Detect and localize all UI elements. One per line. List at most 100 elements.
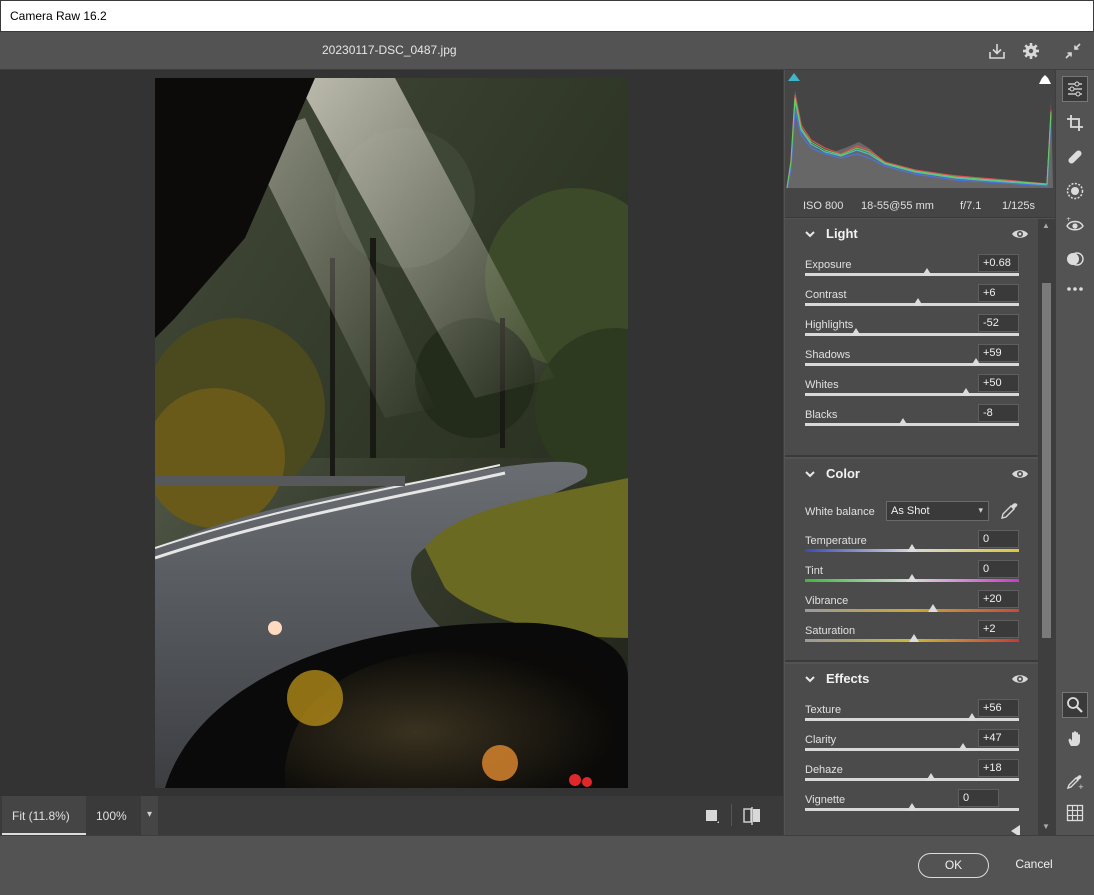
vignette-expand-icon[interactable] bbox=[1011, 825, 1020, 835]
slider-label-shadows: Shadows bbox=[805, 349, 851, 361]
slider-label-temperature: Temperature bbox=[805, 535, 867, 547]
eyedropper-icon[interactable] bbox=[999, 501, 1019, 521]
slider-value-vignette[interactable]: 0 bbox=[958, 789, 999, 807]
slider-track-highlights[interactable] bbox=[805, 333, 1019, 336]
slider-value-contrast[interactable]: +6 bbox=[978, 284, 1019, 302]
light-header[interactable]: Light bbox=[785, 219, 1038, 249]
slider-track-whites[interactable] bbox=[805, 393, 1019, 396]
eye-icon[interactable] bbox=[1011, 227, 1029, 241]
slider-value-shadows[interactable]: +59 bbox=[978, 344, 1019, 362]
image-canvas[interactable] bbox=[0, 70, 783, 796]
slider-thumb-exposure[interactable] bbox=[921, 268, 932, 276]
title-bar: Camera Raw 16.2 bbox=[0, 0, 1094, 32]
slider-track-texture[interactable] bbox=[805, 718, 1019, 721]
photo-preview bbox=[155, 78, 628, 788]
slider-value-saturation[interactable]: +2 bbox=[978, 620, 1019, 638]
edit-sliders-icon[interactable] bbox=[1062, 76, 1088, 102]
eye-icon[interactable] bbox=[1011, 467, 1029, 481]
cancel-button[interactable]: Cancel bbox=[1006, 853, 1062, 878]
crop-icon[interactable] bbox=[1062, 110, 1088, 136]
slider-track-dehaze[interactable] bbox=[805, 778, 1019, 781]
slider-value-whites[interactable]: +50 bbox=[978, 374, 1019, 392]
scroll-down-icon[interactable]: ▼ bbox=[1042, 822, 1050, 831]
slider-label-clarity: Clarity bbox=[805, 734, 837, 746]
before-after-icon[interactable] bbox=[742, 806, 762, 826]
slider-track-clarity[interactable] bbox=[805, 748, 1019, 751]
slider-thumb-tint[interactable] bbox=[907, 574, 917, 582]
red-eye-icon[interactable]: + bbox=[1062, 212, 1088, 238]
slider-label-whites: Whites bbox=[805, 379, 839, 391]
slider-track-blacks[interactable] bbox=[805, 423, 1019, 426]
lens-value: 18-55@55 mm bbox=[861, 200, 934, 212]
effects-header[interactable]: Effects bbox=[785, 664, 1038, 694]
slider-track-contrast[interactable] bbox=[805, 303, 1019, 306]
slider-track-vibrance[interactable] bbox=[805, 609, 1019, 612]
slider-value-highlights[interactable]: -52 bbox=[978, 314, 1019, 332]
slider-thumb-dehaze[interactable] bbox=[926, 773, 937, 781]
eye-icon[interactable] bbox=[1011, 672, 1029, 686]
shutter-value: 1/125s bbox=[1002, 200, 1036, 212]
gear-icon[interactable] bbox=[1020, 40, 1042, 62]
slider-thumb-clarity[interactable] bbox=[958, 743, 969, 751]
slider-value-blacks[interactable]: -8 bbox=[978, 404, 1019, 422]
slider-value-temperature[interactable]: 0 bbox=[978, 530, 1019, 548]
slider-label-highlights: Highlights bbox=[805, 319, 854, 331]
shadow-clipping-icon[interactable] bbox=[788, 73, 800, 81]
zoom-dropdown-chevron-icon[interactable]: ▾ bbox=[141, 796, 158, 835]
ok-button[interactable]: OK bbox=[918, 853, 989, 878]
slider-value-dehaze[interactable]: +18 bbox=[978, 759, 1019, 777]
panel-scrollbar[interactable]: ▲ ▼ bbox=[1038, 219, 1055, 835]
slider-track-exposure[interactable] bbox=[805, 273, 1019, 276]
presets-icon[interactable] bbox=[1062, 246, 1088, 272]
divider bbox=[731, 804, 732, 826]
save-icon[interactable] bbox=[986, 40, 1008, 62]
edit-panel: ISO 800 18-55@55 mm f/7.1 1/125s Light E… bbox=[783, 70, 1055, 835]
slider-track-shadows[interactable] bbox=[805, 363, 1019, 366]
slider-label-blacks: Blacks bbox=[805, 409, 838, 421]
slider-thumb-texture[interactable] bbox=[966, 713, 977, 721]
slider-value-clarity[interactable]: +47 bbox=[978, 729, 1019, 747]
tool-strip: + + bbox=[1055, 70, 1094, 835]
effects-section: Effects Texture +56 Clarity +47 Dehaze +18 Vig… bbox=[785, 664, 1038, 835]
iso-value: ISO 800 bbox=[803, 200, 844, 212]
highlight-clipping-icon[interactable] bbox=[1038, 72, 1052, 84]
grid-icon[interactable] bbox=[1062, 800, 1088, 826]
slider-thumb-saturation[interactable] bbox=[909, 634, 920, 642]
adjustment-panels: Light Exposure +0.68 Contrast +6 Highlights -… bbox=[785, 219, 1038, 835]
light-section: Light Exposure +0.68 Contrast +6 Highlights -… bbox=[785, 219, 1038, 457]
scrollbar-thumb[interactable] bbox=[1042, 283, 1051, 638]
color-header[interactable]: Color bbox=[785, 459, 1038, 489]
white-balance-select[interactable]: As Shot ▾ bbox=[886, 501, 989, 521]
slider-thumb-blacks[interactable] bbox=[898, 418, 909, 426]
sampler-icon[interactable]: + bbox=[1062, 768, 1088, 794]
scroll-up-icon[interactable]: ▲ bbox=[1042, 221, 1050, 230]
slider-value-tint[interactable]: 0 bbox=[978, 560, 1019, 578]
zoom-100-button[interactable]: 100% bbox=[86, 796, 141, 835]
slider-thumb-whites[interactable] bbox=[960, 388, 971, 396]
slider-value-vibrance[interactable]: +20 bbox=[978, 590, 1019, 608]
slider-label-dehaze: Dehaze bbox=[805, 764, 843, 776]
slider-thumb-highlights[interactable] bbox=[851, 328, 862, 336]
slider-thumb-shadows[interactable] bbox=[971, 358, 982, 366]
more-icon[interactable] bbox=[1062, 276, 1088, 302]
slider-thumb-vibrance[interactable] bbox=[928, 604, 939, 612]
svg-text:+: + bbox=[1066, 216, 1071, 223]
chevron-down-icon[interactable] bbox=[803, 672, 817, 686]
collapse-icon[interactable] bbox=[1062, 40, 1084, 62]
view-single-icon[interactable] bbox=[704, 808, 720, 824]
zoom-fit-button[interactable]: Fit (11.8%) bbox=[2, 796, 86, 835]
zoom-icon[interactable] bbox=[1062, 692, 1088, 718]
slider-label-texture: Texture bbox=[805, 704, 842, 716]
chevron-down-icon[interactable] bbox=[803, 227, 817, 241]
hand-icon[interactable] bbox=[1062, 726, 1088, 752]
masking-icon[interactable] bbox=[1062, 178, 1088, 204]
slider-thumb-contrast[interactable] bbox=[913, 298, 924, 306]
slider-thumb-vignette[interactable] bbox=[907, 803, 917, 811]
file-name: 20230117-DSC_0487.jpg bbox=[322, 43, 457, 57]
slider-value-texture[interactable]: +56 bbox=[978, 699, 1019, 717]
histogram bbox=[785, 70, 1055, 194]
healing-icon[interactable] bbox=[1062, 144, 1088, 170]
slider-thumb-temperature[interactable] bbox=[907, 544, 917, 552]
slider-value-exposure[interactable]: +0.68 bbox=[978, 254, 1019, 272]
chevron-down-icon[interactable] bbox=[803, 467, 817, 481]
